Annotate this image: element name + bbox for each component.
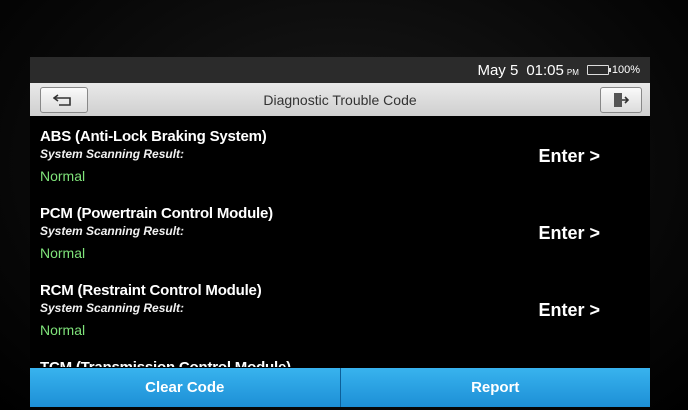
status-indicators: May 5 01:05 PM 100% xyxy=(477,61,640,79)
exit-door-icon xyxy=(614,93,629,107)
page-title: Diagnostic Trouble Code xyxy=(263,92,417,108)
status-ampm: PM xyxy=(566,67,579,77)
module-list: ABS (Anti-Lock Braking System) System Sc… xyxy=(30,116,650,368)
status-time-group: 01:05 PM xyxy=(526,62,579,79)
module-name: PCM (Powertrain Control Module) xyxy=(40,205,273,222)
status-bar: May 5 01:05 PM 100% xyxy=(30,57,650,83)
result-value: Normal xyxy=(40,322,86,338)
module-name: TCM (Transmission Control Module) xyxy=(40,347,650,367)
module-name: RCM (Restraint Control Module) xyxy=(40,282,262,299)
status-date: May 5 xyxy=(477,61,519,79)
device-screen: May 5 01:05 PM 100% Diagnostic Trouble Co… xyxy=(30,57,650,407)
exit-button[interactable] xyxy=(600,87,642,113)
battery-icon xyxy=(586,65,611,75)
enter-button[interactable]: Enter > xyxy=(538,223,600,244)
enter-button[interactable]: Enter > xyxy=(538,146,600,167)
battery-indicator: 100% xyxy=(586,64,640,76)
module-row-abs[interactable]: ABS (Anti-Lock Braking System) System Sc… xyxy=(30,116,650,193)
battery-percent: 100% xyxy=(611,64,640,76)
status-time: 01:05 xyxy=(526,61,564,79)
result-value: Normal xyxy=(40,245,86,261)
action-bar: Clear Code Report xyxy=(30,368,650,407)
result-value: Normal xyxy=(40,168,86,184)
clear-code-button[interactable]: Clear Code xyxy=(30,368,341,407)
module-name: ABS (Anti-Lock Braking System) xyxy=(40,128,267,145)
report-button[interactable]: Report xyxy=(340,368,650,407)
module-row-tcm[interactable]: TCM (Transmission Control Module) xyxy=(30,347,650,367)
enter-button[interactable]: Enter > xyxy=(538,300,600,321)
title-bar: Diagnostic Trouble Code xyxy=(30,83,650,116)
module-row-pcm[interactable]: PCM (Powertrain Control Module) System S… xyxy=(30,193,650,270)
module-row-rcm[interactable]: RCM (Restraint Control Module) System Sc… xyxy=(30,270,650,347)
